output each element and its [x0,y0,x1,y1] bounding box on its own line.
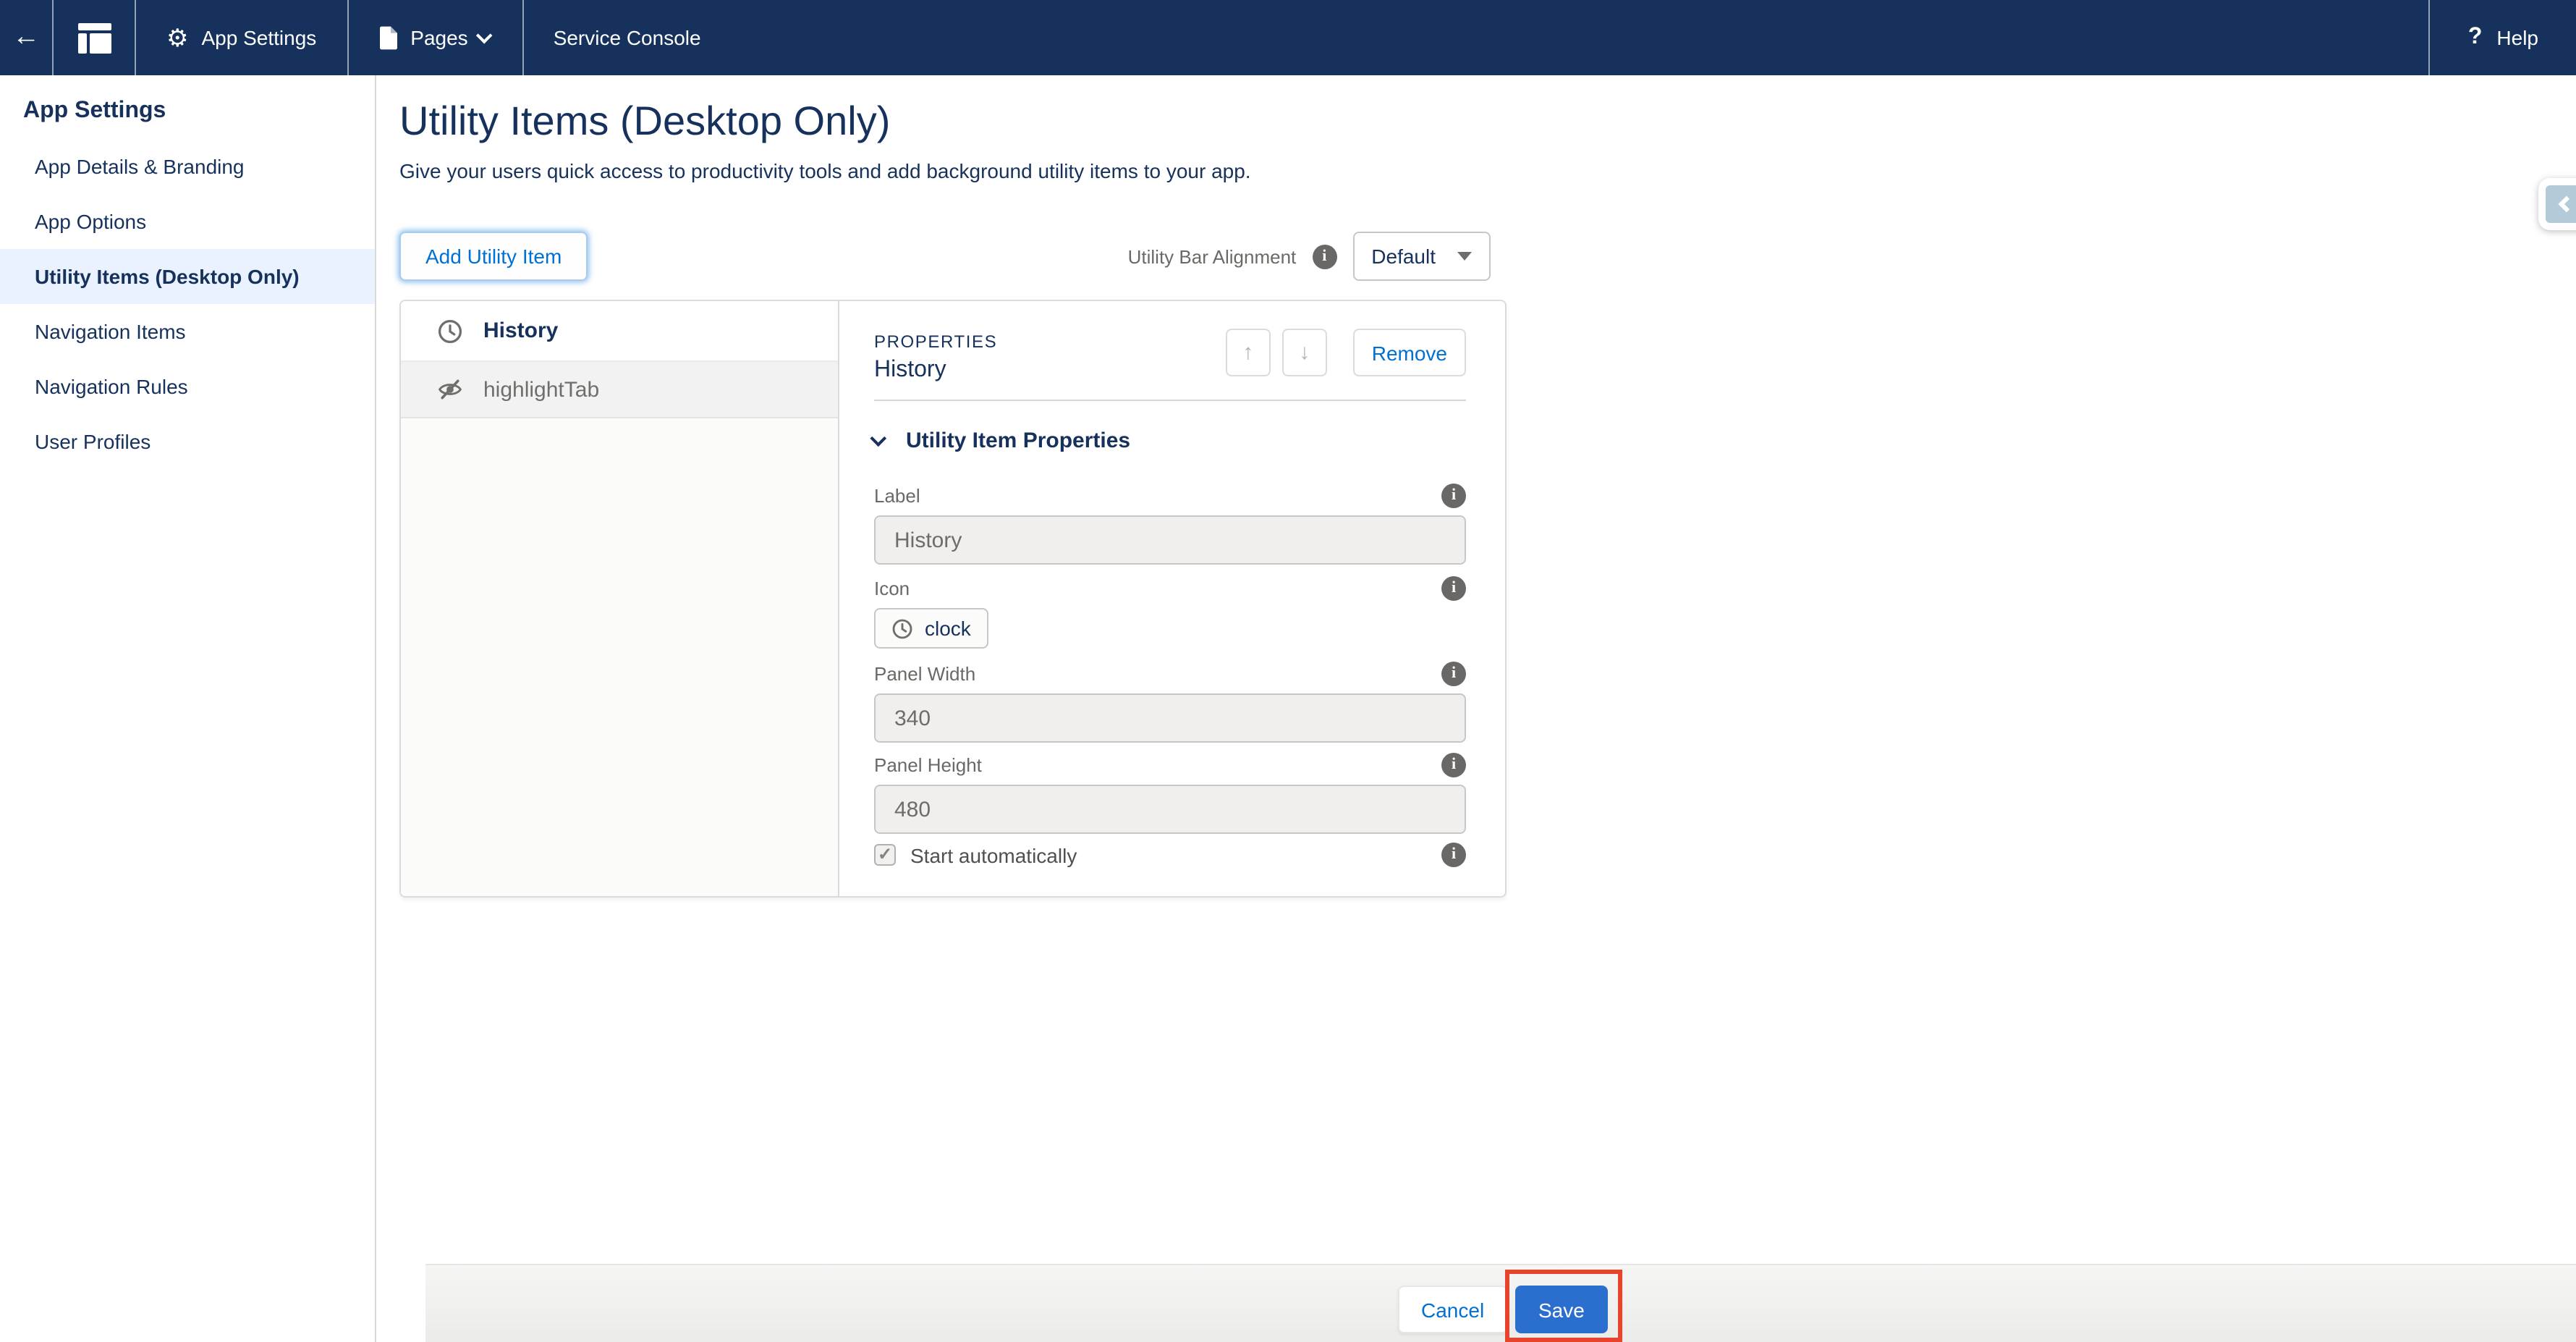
utility-item-label: highlightTab [483,377,599,402]
properties-item-name: History [874,358,946,384]
caret-down-icon [1457,252,1472,261]
utility-item-list: History highlightTab [401,301,839,896]
utility-item-properties-section-toggle[interactable]: Utility Item Properties [876,429,1130,453]
panel-height-input[interactable] [874,785,1466,834]
icon-field-row: Icon [874,576,1466,601]
top-bar: App Settings Pages Service Console Help [0,0,2576,75]
remove-button[interactable]: Remove [1353,329,1466,376]
current-app-name: Service Console [525,0,730,75]
info-icon[interactable] [1441,576,1466,601]
info-icon[interactable] [1441,753,1466,777]
move-up-button[interactable] [1226,329,1271,376]
label-field-row: Label [874,484,1466,508]
sidebar-item-user-profiles[interactable]: User Profiles [0,414,375,469]
utility-item-row-history[interactable]: History [401,301,838,362]
arrow-left-icon [12,22,40,54]
help-button[interactable]: Help [2429,0,2576,75]
label-field-label: Label [874,485,920,507]
utility-bar-alignment-value: Default [1371,245,1436,268]
chevron-left-icon [2546,185,2576,223]
page-description: Give your users quick access to producti… [399,159,1251,182]
arrow-down-icon [1299,339,1310,366]
eye-slash-icon [437,376,463,402]
move-down-button[interactable] [1282,329,1327,376]
tab-app-settings-label: App Settings [202,26,317,49]
section-title: Utility Item Properties [906,429,1130,453]
utility-bar-alignment-select[interactable]: Default [1352,232,1491,281]
icon-name: clock [925,617,971,640]
arrow-up-icon [1242,339,1253,366]
back-button[interactable] [0,0,54,75]
start-automatically-row: Start automatically [874,843,1466,867]
info-icon[interactable] [1441,662,1466,686]
icon-field-label: Icon [874,578,910,599]
panel-width-input[interactable] [874,693,1466,743]
question-icon [2468,25,2483,51]
properties-divider [874,400,1466,401]
page-icon [378,25,397,50]
cancel-button[interactable]: Cancel [1398,1286,1507,1333]
clock-icon [891,617,913,639]
properties-panel: PROPERTIES History Remove Utility Item P… [839,301,1505,896]
tab-pages[interactable]: Pages [348,0,524,75]
panel-height-row: Panel Height [874,753,1466,777]
chevron-down-icon [870,429,886,446]
page-title: Utility Items (Desktop Only) [399,98,890,145]
expand-panel-tab[interactable] [2538,178,2576,230]
sidebar-item-navigation-items[interactable]: Navigation Items [0,304,375,359]
sidebar-item-app-options[interactable]: App Options [0,194,375,249]
app-builder-icon [77,22,111,53]
start-automatically-label: Start automatically [910,843,1077,866]
settings-sidebar: App Settings App Details & Branding App … [0,75,376,1342]
tab-app-settings[interactable]: App Settings [136,0,348,75]
info-icon[interactable] [1441,484,1466,508]
icon-picker-button[interactable]: clock [874,608,988,649]
utility-items-card: History highlightTab PROPERTIES History [399,300,1507,898]
app-builder-home-button[interactable] [54,0,136,75]
utility-item-label: History [483,318,558,343]
help-label: Help [2496,26,2538,49]
app-manager-page: App Settings Pages Service Console Help … [0,0,2576,1342]
tab-pages-label: Pages [410,26,467,49]
panel-height-label: Panel Height [874,754,982,776]
utility-item-row-highlighttab[interactable]: highlightTab [401,362,838,418]
sidebar-nav: App Details & Branding App Options Utili… [0,139,375,469]
sidebar-item-utility-items[interactable]: Utility Items (Desktop Only) [0,249,375,304]
panel-width-label: Panel Width [874,663,975,685]
topbar-spacer [730,0,2429,75]
sidebar-item-app-details-branding[interactable]: App Details & Branding [0,139,375,194]
properties-controls: Remove [1226,329,1466,376]
gear-icon [166,25,189,50]
utility-bar-alignment-label: Utility Bar Alignment [1128,245,1297,267]
panel-width-row: Panel Width [874,662,1466,686]
sidebar-item-navigation-rules[interactable]: Navigation Rules [0,359,375,414]
label-field-input[interactable] [874,515,1466,565]
info-icon[interactable] [1312,244,1336,269]
clock-icon [437,318,463,344]
sidebar-title: App Settings [23,98,375,125]
start-automatically-checkbox[interactable] [874,844,896,866]
add-utility-item-button[interactable]: Add Utility Item [399,232,588,281]
info-icon[interactable] [1441,843,1466,867]
utility-bar-alignment-group: Utility Bar Alignment Default [1114,232,1491,281]
save-button[interactable]: Save [1515,1286,1608,1333]
chevron-down-icon [477,28,493,44]
properties-heading: PROPERTIES [874,332,997,352]
